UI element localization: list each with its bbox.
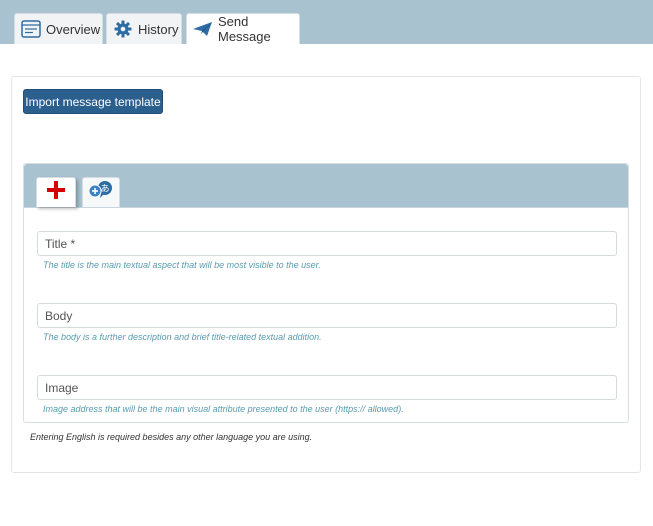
language-tab-english[interactable]	[36, 177, 76, 207]
tab-send-message[interactable]: Send Message	[186, 13, 300, 44]
image-field-placeholder: Image	[45, 380, 79, 395]
tab-history[interactable]: History	[106, 13, 182, 44]
english-flag-icon	[46, 180, 66, 205]
add-language-glyph: あ	[100, 184, 109, 195]
paper-plane-icon	[193, 19, 213, 39]
image-field[interactable]: Image	[37, 375, 617, 400]
title-field[interactable]: Title *	[37, 231, 617, 256]
tab-overview-label: Overview	[46, 21, 101, 37]
language-tab-bar: あ	[24, 164, 628, 208]
import-message-template-button[interactable]: Import message template	[23, 89, 163, 114]
tab-history-label: History	[138, 21, 179, 37]
body-hint: The body is a further description and br…	[43, 332, 322, 342]
tab-overview[interactable]: Overview	[14, 13, 103, 44]
body-field[interactable]: Body	[37, 303, 617, 328]
add-language-icon: あ	[88, 180, 114, 205]
overview-icon	[21, 19, 41, 39]
english-required-note: Entering English is required besides any…	[30, 432, 313, 442]
title-field-placeholder: Title *	[45, 236, 76, 251]
add-language-tab[interactable]: あ	[82, 177, 120, 207]
tab-send-message-label: Send Message	[218, 14, 271, 44]
body-field-placeholder: Body	[45, 308, 73, 323]
image-hint: Image address that will be the main visu…	[43, 404, 404, 414]
language-panel: あ Title * The title is the main textual …	[23, 163, 629, 423]
title-hint: The title is the main textual aspect tha…	[43, 260, 321, 270]
gear-icon	[113, 19, 133, 39]
